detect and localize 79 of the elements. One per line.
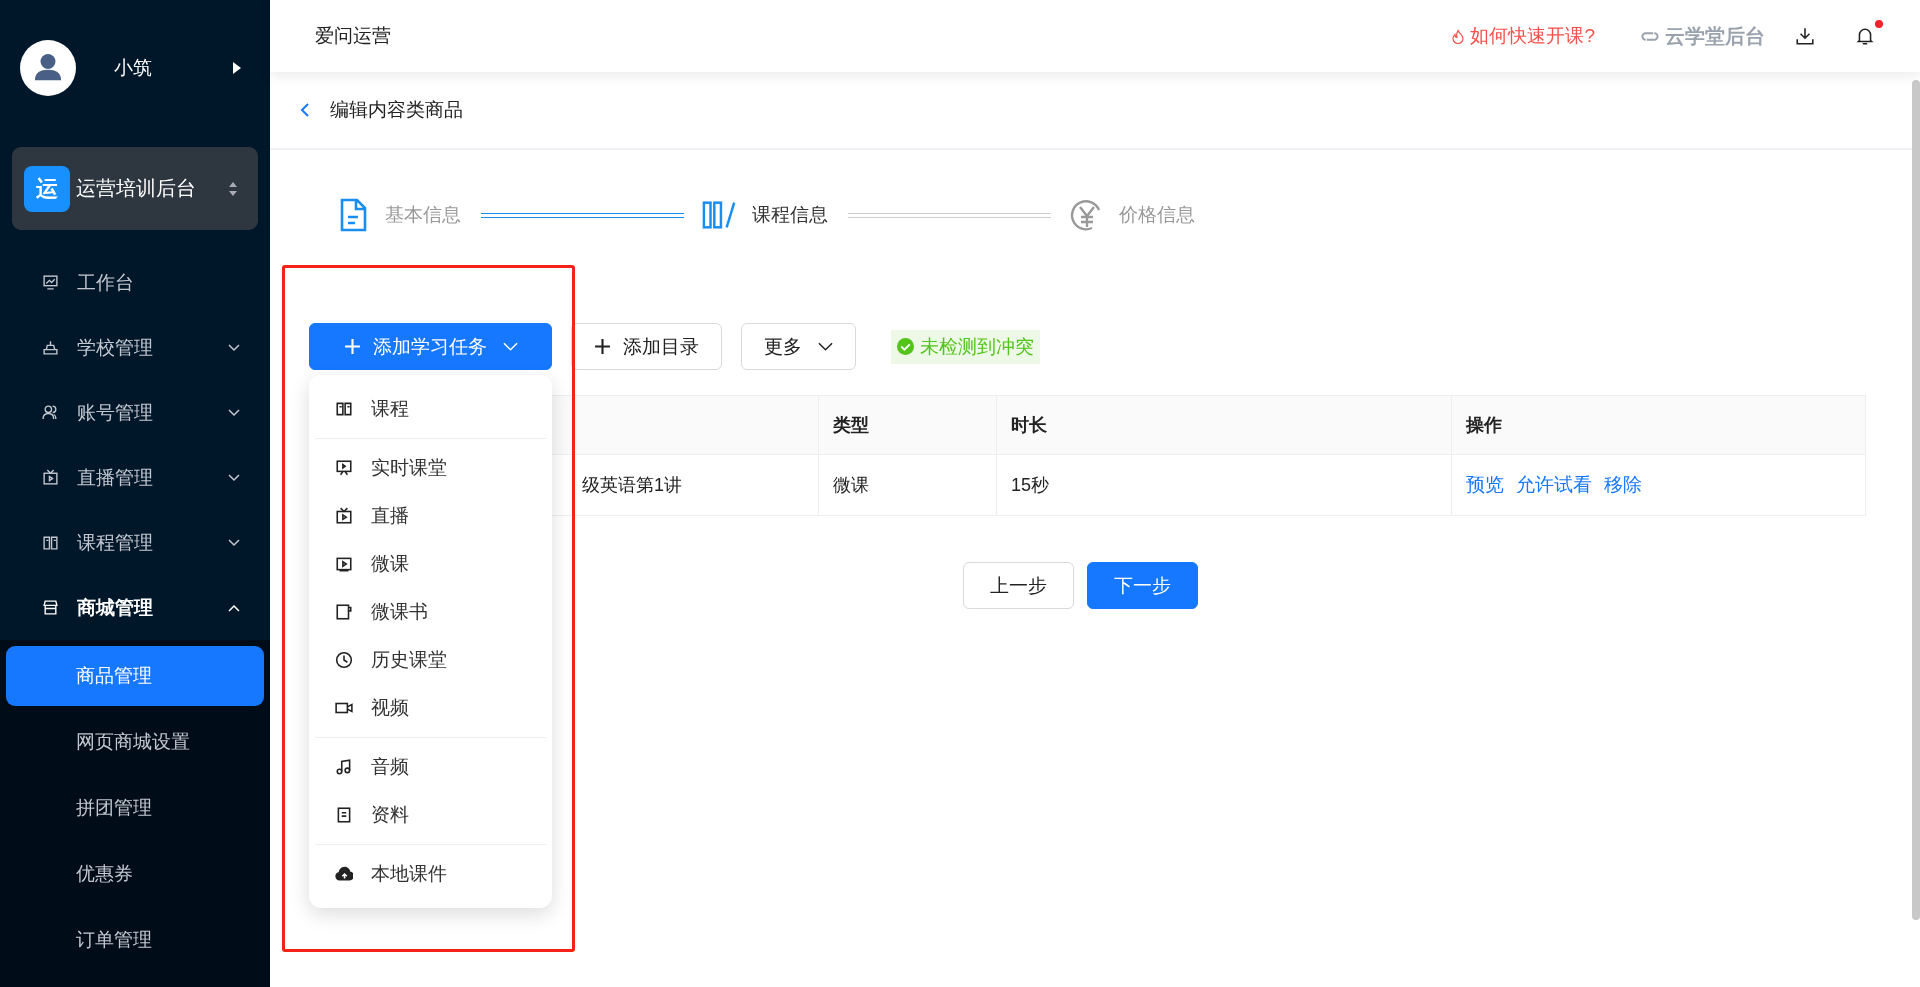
clock-icon xyxy=(335,651,353,669)
play-icon xyxy=(335,555,353,573)
menu-option[interactable]: 课程 xyxy=(309,385,552,433)
action-link[interactable]: 移除 xyxy=(1604,472,1642,498)
screen-icon xyxy=(335,459,353,477)
book-icon xyxy=(335,400,353,418)
menu-option[interactable]: 直播 xyxy=(309,492,552,540)
notebook-icon xyxy=(335,603,353,621)
conflict-status-tag: 未检测到冲突 xyxy=(891,329,1040,364)
music-note-icon xyxy=(335,758,353,776)
book-icon xyxy=(42,534,59,551)
books-icon xyxy=(702,198,738,232)
cloud-upload-icon xyxy=(335,865,353,883)
menu-item[interactable]: 直播管理 xyxy=(0,445,270,510)
step: 价格信息 xyxy=(1069,198,1195,232)
shop-icon xyxy=(42,599,59,616)
table-cell-text: 级英语第1讲 xyxy=(582,474,682,497)
scrollbar[interactable] xyxy=(1912,80,1920,920)
chevron-down-icon xyxy=(228,473,240,482)
sort-icon xyxy=(228,180,238,197)
menu-option[interactable]: 历史课堂 xyxy=(309,636,552,684)
expand-arrow-icon[interactable] xyxy=(232,61,242,75)
more-button[interactable]: 更多 xyxy=(741,323,856,370)
chevron-up-icon xyxy=(228,603,240,612)
loop-icon xyxy=(1641,29,1659,43)
user-name: 小筑 xyxy=(114,56,153,80)
plus-icon xyxy=(594,338,611,355)
column-header: 操作 xyxy=(1451,396,1865,454)
menu-option[interactable]: 微课书 xyxy=(309,588,552,636)
column-header: 时长 xyxy=(996,396,1451,454)
document-icon xyxy=(335,806,353,824)
menu-option[interactable]: 微课 xyxy=(309,540,552,588)
menu-item[interactable]: 商城管理 xyxy=(0,575,270,640)
action-link[interactable]: 预览 xyxy=(1466,472,1504,498)
step: 基本信息 xyxy=(335,198,461,232)
menu-option[interactable]: 实时课堂 xyxy=(309,444,552,492)
menu-option[interactable]: 视频 xyxy=(309,684,552,732)
organization-switcher[interactable]: 运 运营培训后台 xyxy=(12,147,258,230)
step: 课程信息 xyxy=(702,198,828,232)
table-cell: 微课 xyxy=(818,455,996,515)
download-icon[interactable] xyxy=(1795,26,1815,46)
menu-option[interactable]: 音频 xyxy=(309,743,552,791)
action-link[interactable]: 允许试看 xyxy=(1516,472,1592,498)
users-icon xyxy=(42,404,59,421)
avatar-icon xyxy=(20,40,76,96)
chevron-down-icon xyxy=(228,538,240,547)
caret-icon xyxy=(818,341,833,352)
add-task-button[interactable]: 添加学习任务 xyxy=(309,323,552,370)
submenu-item[interactable]: 优惠券 xyxy=(6,844,264,904)
school-icon xyxy=(42,339,59,356)
menu-item[interactable]: 账号管理 xyxy=(0,380,270,445)
notification-icon[interactable] xyxy=(1855,26,1875,46)
org-logo: 运 xyxy=(24,165,70,212)
table-cell: 15秒 xyxy=(996,455,1451,515)
previous-button[interactable]: 上一步 xyxy=(962,562,1074,609)
tv-icon xyxy=(335,507,353,525)
submenu-item[interactable]: 拼团管理 xyxy=(6,778,264,838)
page-title: 编辑内容类商品 xyxy=(330,98,463,122)
chart-icon xyxy=(42,274,59,291)
plus-icon xyxy=(343,338,361,355)
chevron-down-icon xyxy=(228,343,240,352)
column-header: 类型 xyxy=(818,396,996,454)
menu-option[interactable]: 本地课件 xyxy=(309,850,552,898)
submenu-item[interactable]: 商品管理 xyxy=(6,646,264,706)
flame-icon xyxy=(1452,28,1465,44)
menu-item[interactable]: 工作台 xyxy=(0,250,270,315)
caret-icon xyxy=(502,341,518,352)
menu-item[interactable]: 学校管理 xyxy=(0,315,270,380)
add-catalog-button[interactable]: 添加目录 xyxy=(571,323,722,370)
app-name: 爱问运营 xyxy=(315,24,392,48)
back-icon[interactable] xyxy=(300,102,310,118)
menu-option[interactable]: 资料 xyxy=(309,791,552,839)
next-button[interactable]: 下一步 xyxy=(1086,562,1198,609)
chevron-down-icon xyxy=(228,408,240,417)
menu-item[interactable]: 课程管理 xyxy=(0,510,270,575)
tv-icon xyxy=(42,469,59,486)
submenu-item[interactable]: 订单管理 xyxy=(6,910,264,970)
check-circle-icon xyxy=(897,338,914,355)
submenu-item[interactable]: 网页商城设置 xyxy=(6,712,264,772)
